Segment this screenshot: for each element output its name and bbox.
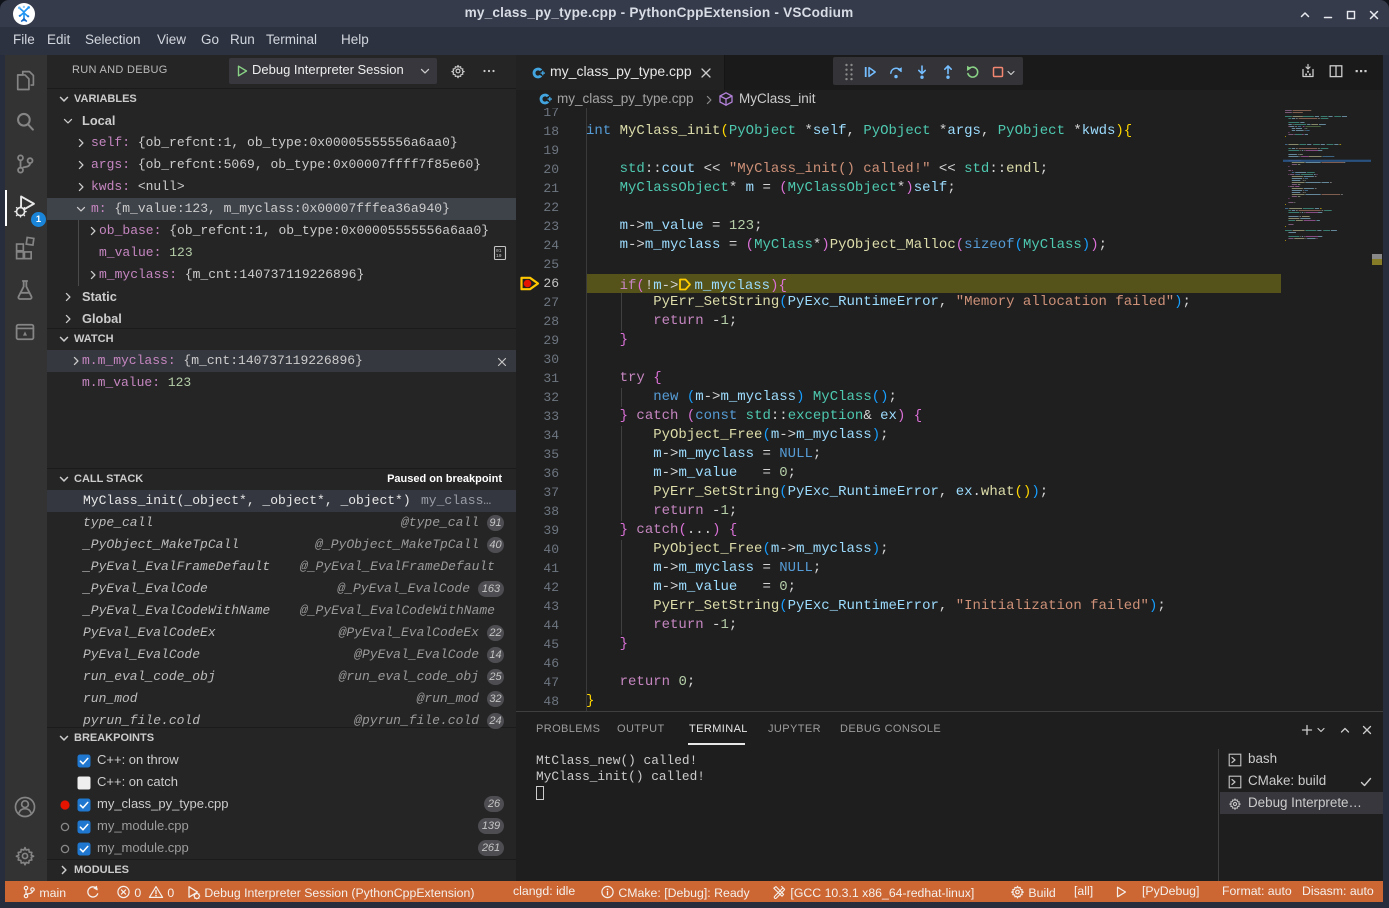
svg-text:10: 10	[496, 253, 502, 259]
